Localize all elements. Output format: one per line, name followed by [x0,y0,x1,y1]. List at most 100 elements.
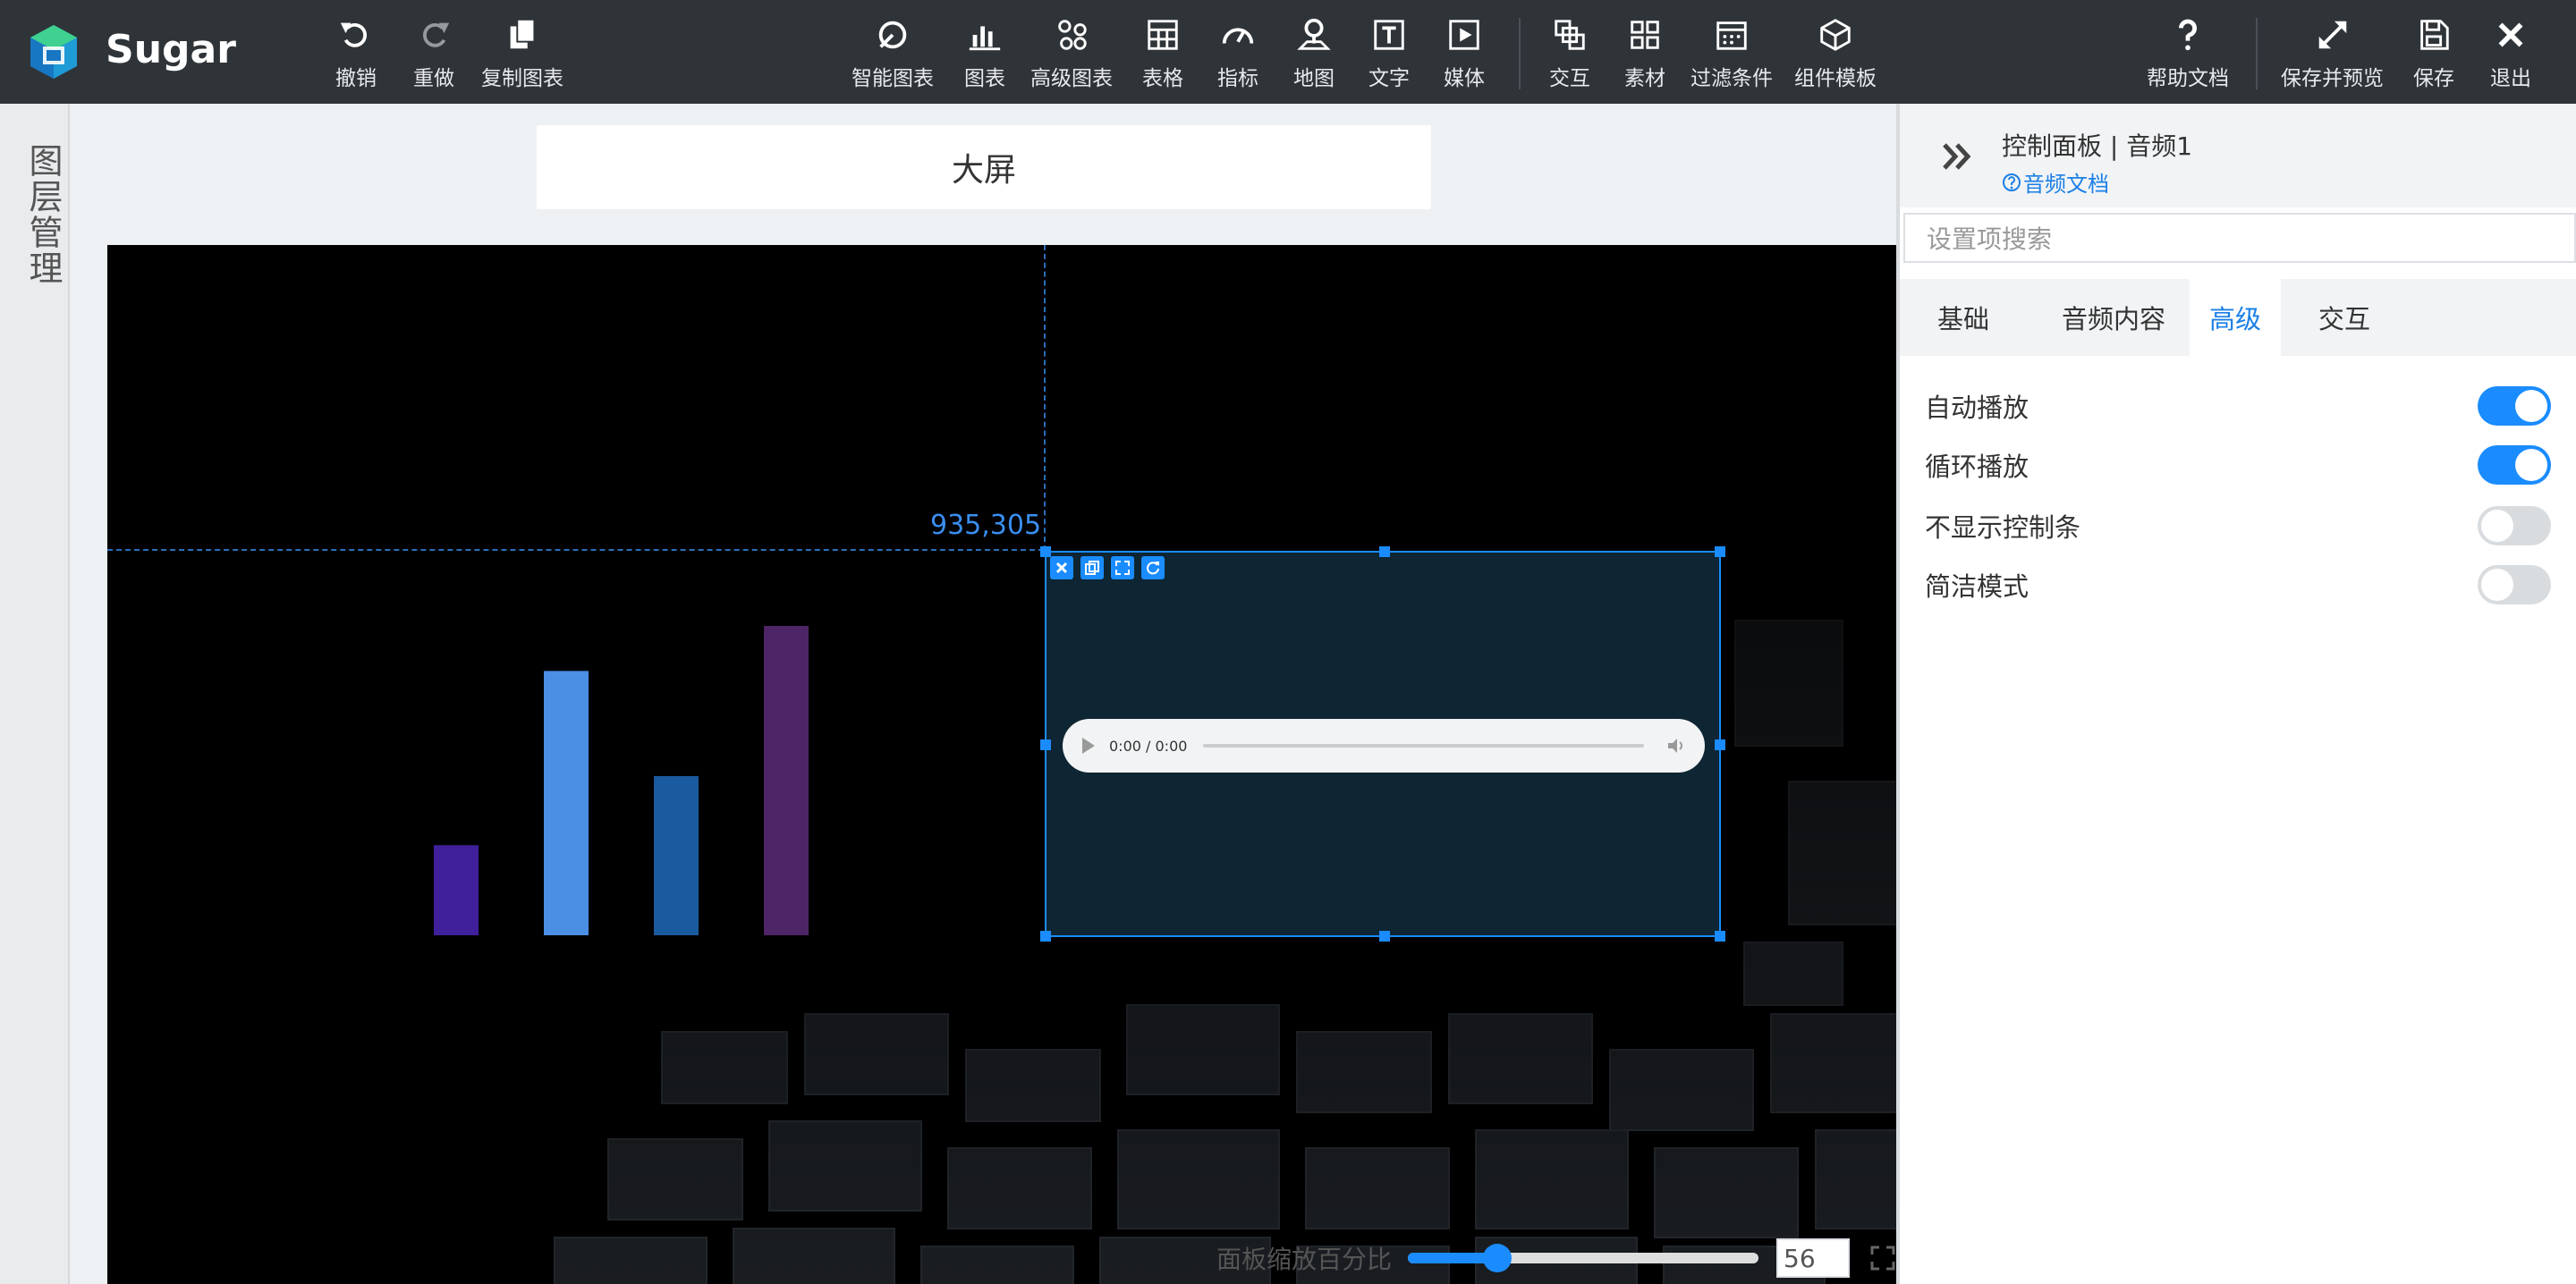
settings-search-input[interactable]: 设置项搜索 [1903,213,2576,263]
resize-handle-bottom-left[interactable] [1040,931,1051,942]
control-panel-tabs: 基础 音频内容 高级 交互 [1900,279,2576,356]
assets-label: 素材 [1624,67,1665,90]
copy-chart-button[interactable]: 复制图表 [481,16,564,91]
media-label: 媒体 [1444,67,1485,90]
filter-button[interactable]: 过滤条件 [1690,16,1773,91]
copy-chart-label: 复制图表 [481,67,564,90]
tab-audio-content[interactable]: 音频内容 [2030,279,2197,356]
audio-player[interactable]: 0:00 / 0:00 [1063,719,1705,773]
redo-icon [422,22,450,47]
zoom-control: 面板缩放百分比 56 [1216,1237,1896,1280]
screen-title[interactable]: 大屏 [537,125,1431,209]
refresh-icon [1147,562,1159,575]
resize-handle-left[interactable] [1040,739,1051,750]
save-button[interactable]: 保存 [2413,16,2454,91]
fullscreen-component-button[interactable] [1111,556,1134,579]
toggle-knob [2515,390,2547,422]
tab-advanced[interactable]: 高级 [2190,279,2281,356]
audio-time: 0:00 / 0:00 [1109,737,1188,755]
resize-handle-top-right[interactable] [1715,546,1725,557]
resize-handle-bottom-right[interactable] [1715,931,1725,942]
map-button[interactable]: 地图 [1293,16,1335,91]
audio-doc-label: 音频文档 [2023,172,2109,197]
option-compact-mode: 简洁模式 [1925,565,2551,604]
smart-chart-icon [878,21,907,49]
interaction-label: 交互 [1549,67,1590,90]
control-panel-header: 控制面板 | 音频1 音频文档 [1900,104,2576,207]
audio-component-selected[interactable]: 0:00 / 0:00 [1040,546,1725,942]
resize-handle-bottom[interactable] [1379,931,1390,942]
map-pin-icon [1297,18,1331,50]
media-button[interactable]: 媒体 [1444,16,1485,91]
audio-doc-link[interactable]: 音频文档 [2002,166,2109,198]
tab-basic[interactable]: 基础 [1900,279,2027,356]
option-label: 循环播放 [1925,452,2029,482]
toolbar-separator [2256,18,2258,89]
toggle-knob [2481,510,2513,542]
redo-label: 重做 [413,67,454,90]
copy-component-button[interactable] [1080,556,1104,579]
save-preview-label: 保存并预览 [2281,67,2384,90]
zoom-slider-thumb[interactable] [1483,1244,1513,1272]
table-icon [1148,20,1178,50]
resize-handle-top[interactable] [1379,546,1390,557]
brand-name: Sugar [106,27,236,72]
zoom-input[interactable]: 56 [1776,1238,1851,1278]
indicator-button[interactable]: 指标 [1217,16,1258,91]
resize-handle-right[interactable] [1715,739,1725,750]
exit-label: 退出 [2490,67,2531,90]
media-play-icon [1449,20,1479,50]
refresh-component-button[interactable] [1141,556,1165,579]
fullscreen-icon[interactable] [1869,1245,1896,1271]
tab-interaction[interactable]: 交互 [2281,279,2408,356]
copy-icon [510,18,536,49]
toggle-knob [2515,449,2547,481]
fullscreen-icon [1115,561,1130,575]
loop-toggle[interactable] [2478,445,2551,485]
help-circle-icon [2003,173,2021,191]
undo-label: 撤销 [335,67,377,90]
advanced-chart-button[interactable]: 高级图表 [1030,16,1113,91]
help-doc-button[interactable]: 帮助文档 [2147,16,2229,91]
big-screen-canvas[interactable]: 935,305 0:00 / 0:00 [107,245,1896,1284]
compact-mode-toggle[interactable] [2478,565,2551,604]
top-toolbar: Sugar 撤销 重做 复制图表 智能图表 图表 高级图表 表格 指标 地图 文… [0,0,2576,104]
bar-3 [654,775,699,935]
undo-button[interactable]: 撤销 [335,16,377,91]
chart-button[interactable]: 图表 [964,16,1005,91]
gauge-icon [1222,28,1254,44]
redo-button[interactable]: 重做 [413,16,454,91]
save-preview-button[interactable]: 保存并预览 [2281,16,2384,91]
table-label: 表格 [1142,67,1183,90]
grid-icon [1631,21,1659,49]
smart-chart-button[interactable]: 智能图表 [852,16,934,91]
option-label: 自动播放 [1925,393,2029,423]
hide-controls-toggle[interactable] [2478,506,2551,545]
control-panel-title: 控制面板 | 音频1 [2002,131,2193,161]
bar-chart-icon [969,26,1001,51]
text-icon [1374,20,1404,50]
play-button[interactable] [1082,738,1095,754]
text-button[interactable]: 文字 [1368,16,1410,91]
close-icon [1055,562,1068,574]
option-autoplay: 自动播放 [1925,386,2551,426]
zoom-slider[interactable] [1408,1244,1759,1272]
layer-panel-toggle[interactable]: 图层管理 [0,104,70,1284]
layer-panel-label: 图层管理 [23,143,63,286]
exit-button[interactable]: 退出 [2490,16,2531,91]
chart-label: 图表 [964,67,1005,90]
interaction-icon [1555,20,1585,50]
assets-button[interactable]: 素材 [1624,16,1665,91]
help-doc-label: 帮助文档 [2147,67,2229,90]
audio-progress-track[interactable] [1203,744,1644,748]
cube-icon [1820,19,1851,51]
interaction-button[interactable]: 交互 [1549,16,1590,91]
volume-icon[interactable] [1665,736,1685,756]
delete-component-button[interactable] [1050,556,1073,579]
component-template-button[interactable]: 组件模板 [1794,16,1877,91]
expand-arrows-icon [2318,21,2346,49]
table-button[interactable]: 表格 [1142,16,1183,91]
double-chevron-right-icon[interactable] [1937,136,1979,177]
autoplay-toggle[interactable] [2478,386,2551,426]
option-label: 简洁模式 [1925,571,2029,602]
